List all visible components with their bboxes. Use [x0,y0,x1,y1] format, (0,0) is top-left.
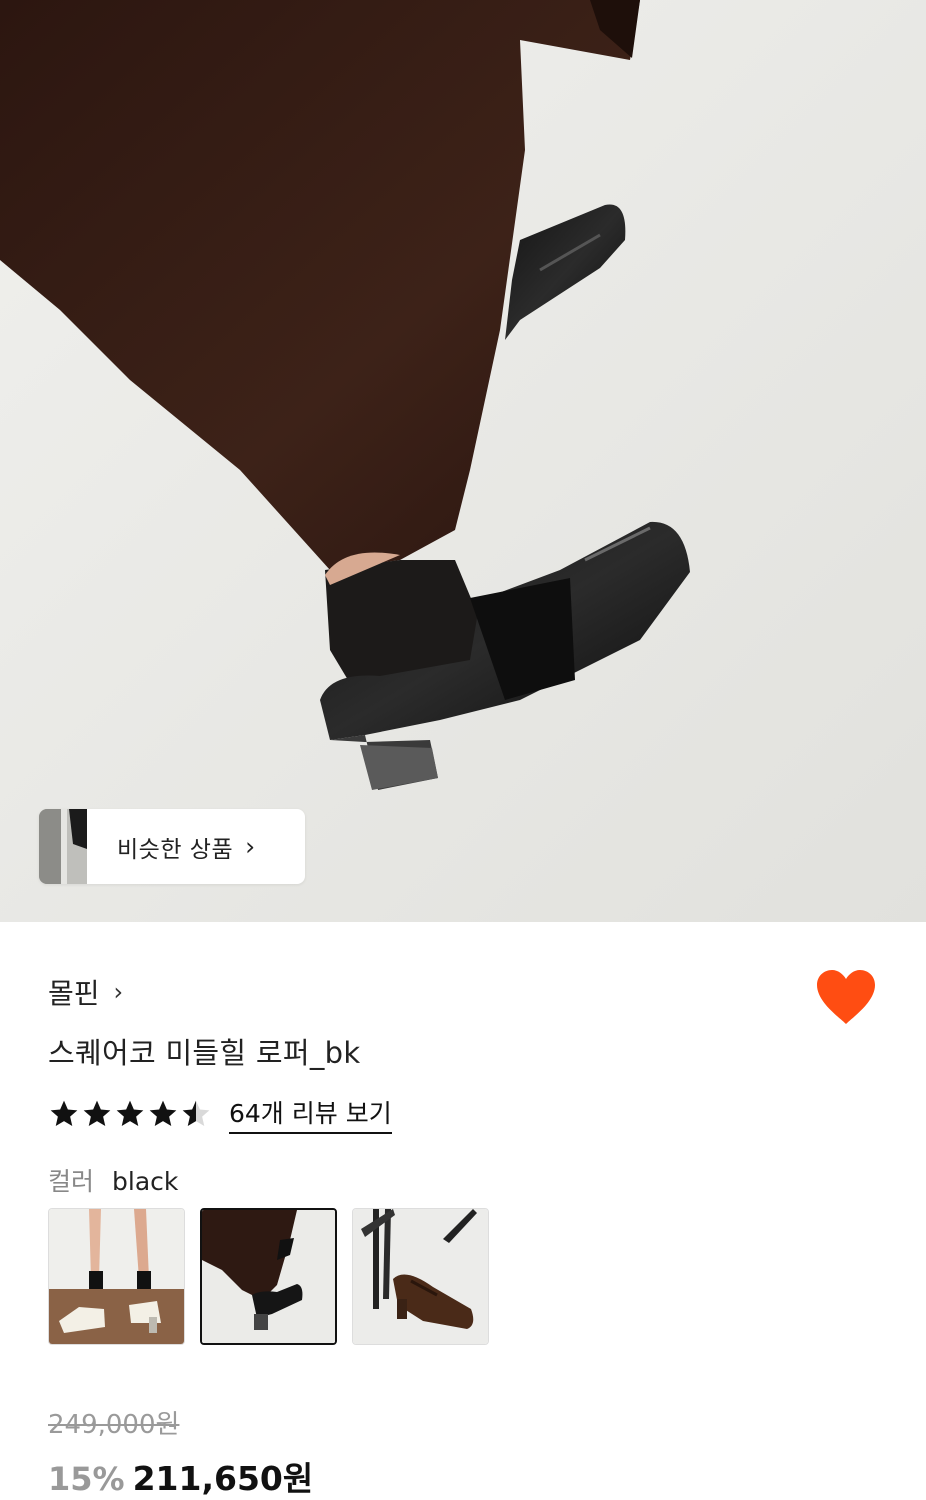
discount-rate: 15% [48,1460,125,1498]
color-option-row: 컬러 black [48,1162,178,1198]
color-value: black [112,1167,179,1196]
similar-product-thumbnail [39,809,87,884]
brand-name: 몰핀 [48,977,100,1010]
price-row: 15% 211,650원 [48,1452,313,1500]
star-rating [48,1098,213,1130]
swatch-ivory[interactable] [48,1208,185,1345]
color-swatches [48,1208,504,1345]
original-price: 249,000원 [48,1410,180,1440]
rating-row: 64개 리뷰 보기 [48,1094,392,1134]
swatch-brown[interactable] [352,1208,489,1345]
chevron-right-icon: › [245,832,256,861]
sale-price: 211,650원 [132,1459,314,1498]
product-title: 스퀘어코 미들힐 로퍼_bk [48,1036,361,1070]
heart-icon [817,970,875,1024]
chevron-right-icon: › [113,978,124,1006]
swatch-black[interactable] [200,1208,337,1345]
review-link[interactable]: 64개 리뷰 보기 [229,1094,392,1134]
brand-link[interactable]: 몰핀 › [48,972,123,1012]
product-hero-image[interactable]: 비슷한 상품 › [0,0,926,922]
star-full-icon [83,1100,111,1126]
color-label: 컬러 [48,1167,95,1196]
star-full-icon [149,1100,177,1126]
wishlist-heart-button[interactable] [815,968,877,1026]
similar-products-button[interactable]: 비슷한 상품 › [39,809,305,884]
star-full-icon [50,1100,78,1126]
star-half-icon [182,1100,210,1126]
similar-products-label: 비슷한 상품 [117,836,234,863]
hero-photo [0,0,926,922]
star-full-icon [116,1100,144,1126]
